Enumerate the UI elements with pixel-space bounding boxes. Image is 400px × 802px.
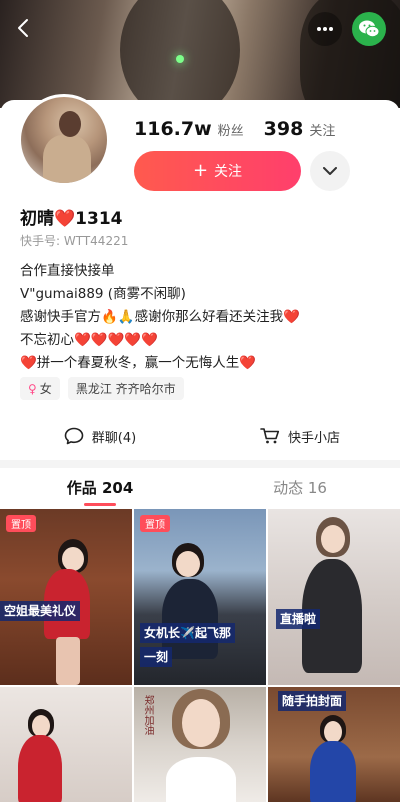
kuaishou-id[interactable]: 快手号: WTT44221: [20, 232, 128, 249]
gender-tag: ♀ 女: [20, 377, 60, 400]
chat-bubble-icon: [64, 427, 84, 445]
shop-label: 快手小店: [287, 430, 340, 446]
tile-figure-body: [310, 741, 356, 802]
video-tile[interactable]: [0, 687, 132, 802]
video-tile[interactable]: 郑州加油: [134, 687, 266, 802]
profile-cover-image: [0, 0, 400, 108]
tab-works[interactable]: 作品 204: [0, 468, 200, 508]
content-tabs: 作品 204 动态 16: [0, 468, 400, 508]
location-tag: 黑龙江 齐齐哈尔市: [67, 377, 184, 400]
video-overlay-title: 女机长✈️起飞那: [140, 623, 235, 643]
tile-figure-face: [182, 699, 220, 747]
group-chat-button[interactable]: 群聊(4): [0, 416, 200, 456]
tile-figure-face: [62, 547, 84, 571]
video-overlay-title: 随手拍封面: [278, 691, 347, 711]
video-grid: 置顶 空姐最美礼仪 置顶 女机长✈️起飞那 一刻 直播啦 郑州加油 随手拍封面: [0, 509, 400, 802]
profile-stats: 116.7w 粉丝 398 关注: [134, 118, 355, 140]
pinned-badge: 置顶: [6, 515, 36, 532]
tile-figure-face: [324, 721, 342, 743]
gender-label: 女: [39, 382, 52, 396]
tile-figure-body: [166, 757, 236, 802]
video-tile[interactable]: 直播啦: [268, 509, 400, 685]
followers-label[interactable]: 粉丝: [218, 120, 244, 139]
section-divider: [0, 460, 400, 468]
video-overlay-title: 空姐最美礼仪: [0, 601, 81, 621]
video-overlay-title: 一刻: [140, 647, 173, 667]
recommend-dropdown-button[interactable]: [310, 151, 350, 191]
pinned-badge: 置顶: [140, 515, 170, 532]
profile-name: 初晴❤️1314: [20, 209, 123, 229]
avatar[interactable]: [18, 94, 110, 186]
video-tile[interactable]: 随手拍封面: [268, 687, 400, 802]
follow-button[interactable]: + 关注: [134, 151, 301, 191]
tab-moments[interactable]: 动态 16: [200, 468, 400, 508]
chevron-left-icon: [18, 19, 28, 37]
avatar-figure: [43, 135, 91, 183]
plus-icon: +: [192, 160, 209, 181]
video-caption: 郑州加油: [142, 695, 153, 735]
video-overlay-title: 直播啦: [276, 609, 321, 629]
bio-line: ❤️拼一个春夏秋冬，赢一个无悔人生❤️: [20, 355, 257, 371]
tile-figure-face: [32, 715, 50, 737]
shopping-cart-icon: [260, 428, 280, 444]
tile-figure-face: [321, 525, 345, 553]
more-button[interactable]: [308, 12, 342, 46]
profile-tags: ♀ 女 黑龙江 齐齐哈尔市: [20, 377, 184, 400]
tile-figure-body: [18, 735, 62, 802]
chevron-down-icon: [323, 167, 337, 175]
cover-silhouette: [120, 0, 240, 108]
more-dots-icon: [317, 27, 333, 31]
following-count[interactable]: 398: [264, 118, 304, 140]
bio-line: 不忘初心❤️❤️❤️❤️❤️: [20, 332, 159, 348]
bio-line: V"gumai889 (商雾不闲聊): [20, 286, 186, 302]
bio-line: 感谢快手官方🔥🙏感谢你那么好看还关注我❤️: [20, 309, 300, 325]
bio-line: 合作直接快接单: [20, 263, 115, 279]
wechat-icon: [359, 20, 380, 38]
cover-light: [176, 55, 184, 63]
video-tile[interactable]: 置顶 空姐最美礼仪: [0, 509, 132, 685]
shop-button[interactable]: 快手小店: [200, 416, 400, 456]
profile-actions: 群聊(4) 快手小店: [0, 416, 400, 456]
location-label: 黑龙江 齐齐哈尔市: [75, 382, 176, 396]
avatar-head: [59, 111, 81, 137]
profile-card: 116.7w 粉丝 398 关注 + 关注 初晴❤️1314 快手号: WTT4…: [0, 94, 400, 460]
tile-figure-legs: [56, 637, 80, 685]
group-chat-label: 群聊(4): [91, 430, 137, 446]
back-button[interactable]: [8, 12, 40, 44]
video-tile[interactable]: 置顶 女机长✈️起飞那 一刻: [134, 509, 266, 685]
tile-figure-face: [176, 551, 200, 577]
female-icon: ♀: [28, 381, 37, 396]
following-label[interactable]: 关注: [309, 120, 335, 139]
wechat-share-button[interactable]: [352, 12, 386, 46]
follow-button-label: 关注: [214, 164, 243, 180]
profile-bio: 合作直接快接单 V"gumai889 (商雾不闲聊) 感谢快手官方🔥🙏感谢你那么…: [20, 260, 390, 375]
followers-count[interactable]: 116.7w: [134, 118, 212, 140]
